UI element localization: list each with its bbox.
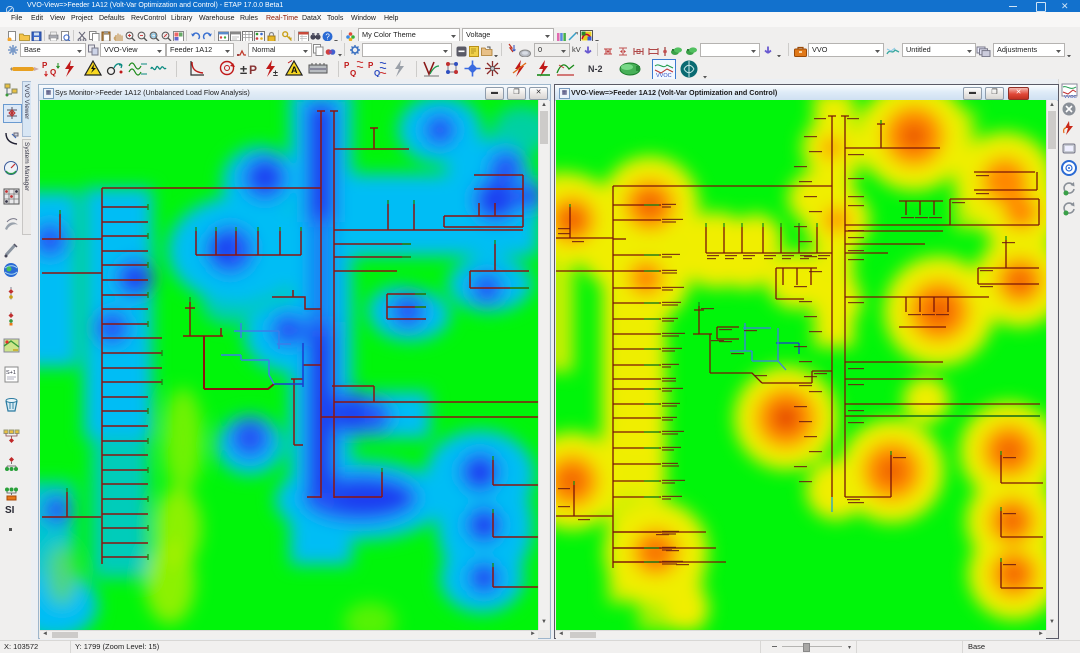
svg-text:A: A [291, 65, 298, 75]
svg-text:Q: Q [50, 68, 56, 77]
svg-text:Q: Q [350, 69, 356, 77]
svg-text:P: P [42, 61, 48, 70]
svg-text:±: ± [240, 62, 247, 76]
svg-text:P: P [249, 63, 257, 76]
svg-text:VVOC: VVOC [1064, 94, 1078, 99]
svg-text:±: ± [273, 68, 278, 77]
svg-text:Q: Q [374, 69, 380, 77]
svg-text:S+1: S+1 [6, 370, 16, 376]
